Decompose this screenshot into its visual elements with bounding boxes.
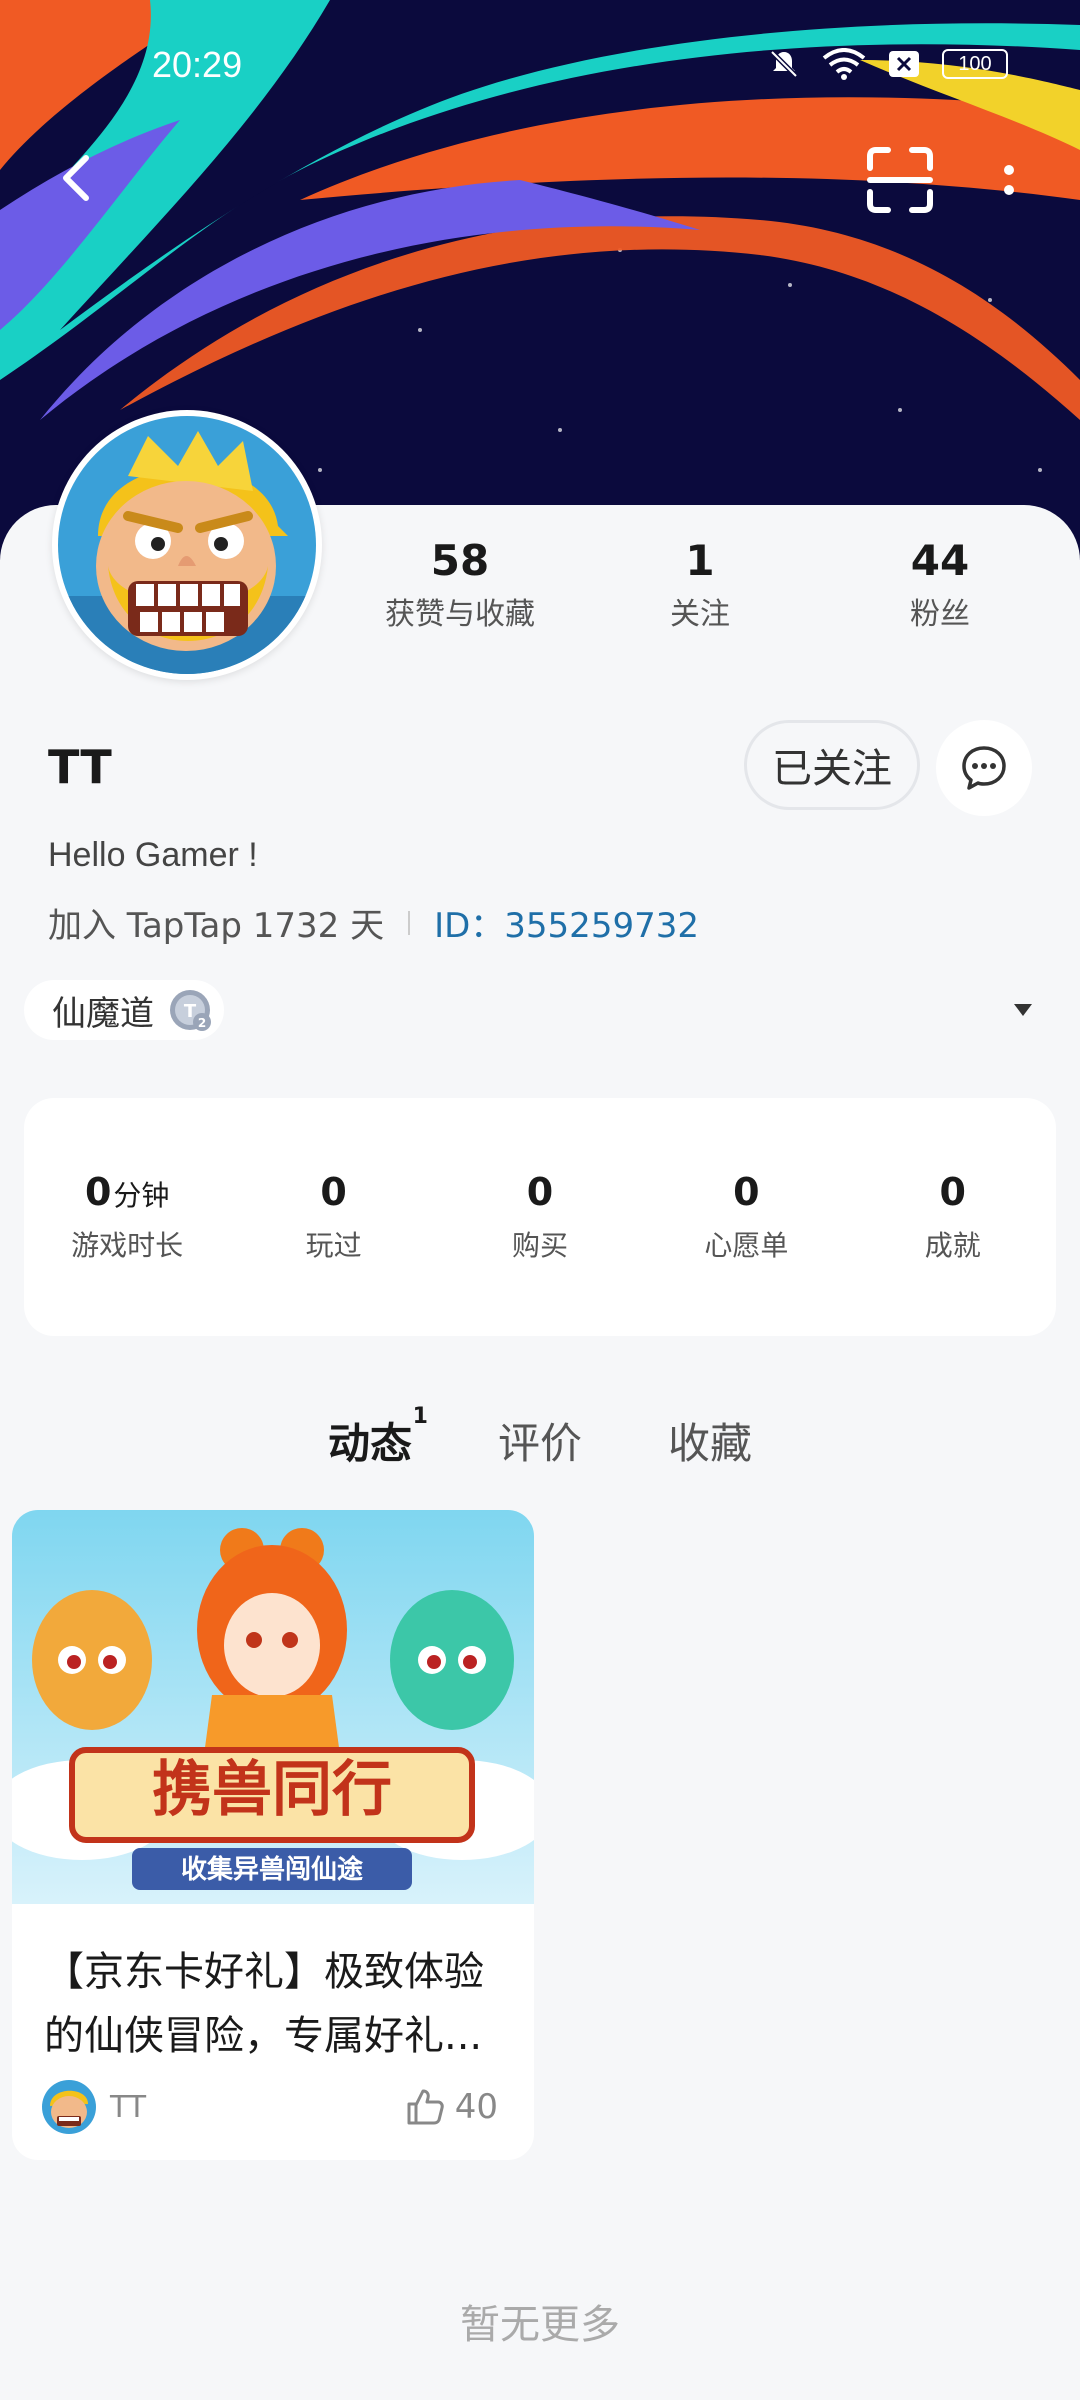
post-image-title: 携兽同行	[152, 1755, 392, 1825]
game-tag[interactable]: 仙魔道 T 2	[24, 980, 224, 1040]
stat-wishlist[interactable]: 0 心愿单	[651, 1170, 841, 1264]
like-button[interactable]: 40	[405, 2087, 498, 2127]
mute-bell-icon	[770, 50, 798, 78]
tab-reviews[interactable]: 评价	[498, 1410, 582, 1475]
game-stats-card: 0分钟 游戏时长 0 玩过 0 购买 0 心愿单 0 成就	[24, 1098, 1056, 1336]
stat-number: 0	[526, 1170, 554, 1214]
thumbs-up-icon	[407, 2089, 444, 2125]
stat-number: 0	[320, 1170, 347, 1214]
top-bar	[0, 140, 1080, 220]
stat-number: 0	[733, 1170, 760, 1214]
post-author: TT	[110, 2089, 147, 2125]
stat-following[interactable]: 1 关注	[600, 536, 800, 633]
join-info: 加入 TapTap 1732 天 ID：355259732	[48, 898, 699, 947]
message-button[interactable]	[936, 720, 1032, 816]
stat-label: 成就	[924, 1229, 981, 1262]
post-title[interactable]: 【京东卡好礼】极致体验的仙侠冒险，专属好礼...	[44, 1940, 502, 2068]
post-image-subtitle: 收集异兽闯仙途	[181, 1854, 364, 1885]
level-badge-icon: T 2	[170, 990, 211, 1031]
expand-caret-icon[interactable]	[1014, 1004, 1032, 1016]
game-tag-label: 仙魔道	[52, 993, 154, 1034]
wifi-icon	[822, 48, 866, 80]
stat-label: 玩过	[305, 1229, 362, 1262]
profile-bio: Hello Gamer !	[48, 836, 258, 874]
back-arrow-icon[interactable]	[48, 148, 108, 208]
stat-label: 关注	[670, 597, 730, 632]
stat-achievements[interactable]: 0 成就	[858, 1170, 1048, 1264]
profile-name: TT	[48, 740, 112, 794]
stat-number: 0	[939, 1170, 966, 1214]
user-id[interactable]: ID：355259732	[434, 898, 699, 947]
tab-badge: 1	[412, 1404, 428, 1429]
avatar-image	[58, 416, 316, 674]
avatar[interactable]	[52, 410, 322, 680]
stat-purchased[interactable]: 0 购买	[445, 1170, 635, 1264]
stat-label: 获赞与收藏	[385, 597, 535, 632]
following-button[interactable]: 已关注	[744, 720, 920, 810]
author-avatar[interactable]	[42, 2080, 96, 2134]
stat-number: 1	[685, 536, 715, 585]
scan-icon[interactable]	[864, 144, 936, 216]
post-image: 携兽同行 收集异兽闯仙途	[12, 1510, 534, 1904]
like-count: 40	[454, 2087, 498, 2127]
stat-number: 0分钟	[84, 1170, 170, 1214]
sim-blocked-icon	[889, 51, 919, 77]
stat-followers[interactable]: 44 粉丝	[840, 536, 1040, 633]
status-time: 20:29	[152, 44, 243, 85]
post-card[interactable]: 携兽同行 收集异兽闯仙途 【京东卡好礼】极致体验的仙侠冒险，专属好礼... TT…	[12, 1510, 534, 2160]
profile-tabs: 动态 1 评价 收藏	[0, 1404, 1080, 1475]
stat-label: 游戏时长	[71, 1229, 184, 1262]
stat-played[interactable]: 0 玩过	[239, 1170, 429, 1264]
stat-label: 粉丝	[910, 597, 970, 632]
stat-number: 44	[910, 536, 970, 585]
post-footer: TT 40	[42, 2080, 498, 2134]
divider	[408, 910, 411, 935]
stat-number: 58	[430, 536, 490, 585]
join-days: 加入 TapTap 1732 天	[48, 906, 385, 946]
stat-label: 购买	[511, 1229, 568, 1262]
profile-stats: 58 获赞与收藏 1 关注 44 粉丝	[360, 536, 1040, 633]
svg-text:2: 2	[198, 1016, 206, 1030]
message-icon	[962, 746, 1006, 790]
status-icons: 100	[768, 48, 1008, 80]
tab-moments[interactable]: 动态 1	[327, 1404, 428, 1475]
tab-favorites[interactable]: 收藏	[668, 1410, 752, 1475]
stat-label: 心愿单	[704, 1229, 789, 1262]
stat-likes-and-favorites[interactable]: 58 获赞与收藏	[360, 536, 560, 633]
stat-play-time[interactable]: 0分钟 游戏时长	[32, 1170, 222, 1264]
no-more-text: 暂无更多	[460, 2302, 620, 2348]
status-bar: 20:29 100	[0, 0, 1080, 120]
battery-indicator: 100	[942, 49, 1008, 79]
more-vertical-icon[interactable]	[994, 144, 1024, 216]
